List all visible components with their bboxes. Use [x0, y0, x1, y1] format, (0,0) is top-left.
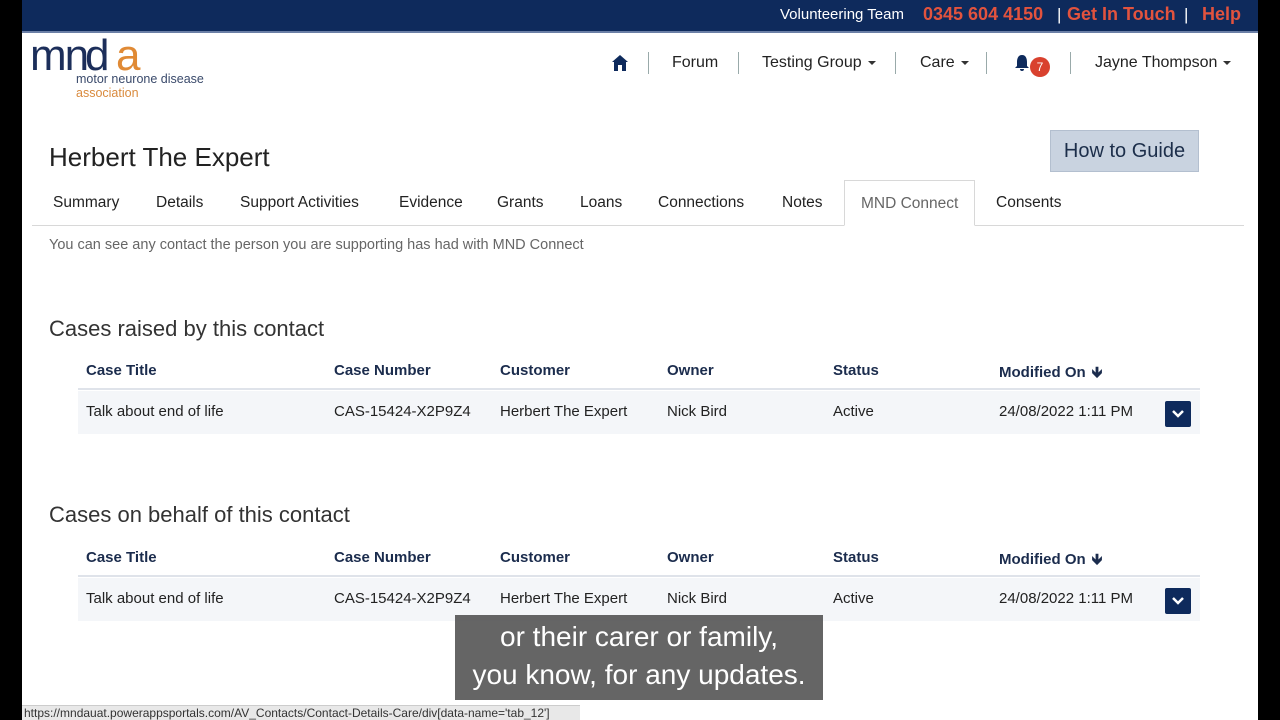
subtitle-line1: or their carer or family, [500, 621, 778, 652]
row-actions-button[interactable] [1165, 588, 1191, 614]
cell-customer: Herbert The Expert [500, 590, 628, 607]
tab-loans[interactable]: Loans [580, 180, 622, 225]
cell-status: Active [833, 590, 874, 607]
tab-evidence[interactable]: Evidence [399, 180, 463, 225]
tab-consents[interactable]: Consents [996, 180, 1061, 225]
notification-badge[interactable]: 7 [1030, 57, 1050, 77]
chevron-down-icon [1223, 60, 1232, 65]
table-row[interactable]: Talk about end of life CAS-15424-X2P9Z4 … [78, 391, 1200, 434]
col-status[interactable]: Status [833, 549, 879, 566]
bell-icon[interactable] [1014, 54, 1030, 76]
nav-divider [648, 52, 649, 74]
chevron-down-icon [867, 60, 876, 65]
get-in-touch-link[interactable]: Get In Touch [1067, 4, 1176, 25]
page-title: Herbert The Expert [49, 142, 270, 172]
chevron-down-icon [1172, 597, 1184, 605]
cell-owner: Nick Bird [667, 590, 728, 607]
header-divider [78, 575, 1200, 577]
tab-summary[interactable]: Summary [53, 180, 119, 225]
nav-forum[interactable]: Forum [672, 54, 718, 76]
nav-divider [895, 52, 896, 74]
col-customer[interactable]: Customer [500, 549, 570, 566]
home-icon[interactable] [611, 54, 629, 76]
cell-modified-on: 24/08/2022 1:11 PM [999, 590, 1133, 607]
subtitle-line2: you know, for any updates. [472, 659, 806, 690]
cell-status: Active [833, 403, 874, 420]
tab-details[interactable]: Details [156, 180, 203, 225]
topbar-divider: | [1057, 5, 1062, 24]
col-owner[interactable]: Owner [667, 549, 714, 566]
tab-bar: Summary Details Support Activities Evide… [32, 180, 1244, 226]
nav-divider [986, 52, 987, 74]
col-owner[interactable]: Owner [667, 362, 714, 379]
col-case-title[interactable]: Case Title [86, 362, 157, 379]
topbar-divider: | [1184, 5, 1189, 24]
col-case-number[interactable]: Case Number [334, 362, 431, 379]
nav-testing-group[interactable]: Testing Group [762, 54, 876, 76]
cell-owner: Nick Bird [667, 403, 728, 420]
col-status[interactable]: Status [833, 362, 879, 379]
tab-grants[interactable]: Grants [497, 180, 544, 225]
logo-text-line1: motor neurone disease [76, 72, 204, 86]
col-modified-on-label: Modified On [999, 364, 1086, 381]
how-to-guide-button[interactable]: How to Guide [1050, 130, 1199, 172]
col-customer[interactable]: Customer [500, 362, 570, 379]
chevron-down-icon [960, 60, 969, 65]
user-menu[interactable]: Jayne Thompson [1095, 54, 1232, 76]
tab-notes[interactable]: Notes [782, 180, 823, 225]
nav-divider [738, 52, 739, 74]
nav-divider [1070, 52, 1071, 74]
intro-text: You can see any contact the person you a… [49, 237, 584, 253]
cell-case-number: CAS-15424-X2P9Z4 [334, 590, 471, 607]
col-modified-on-label: Modified On [999, 551, 1086, 568]
cell-case-title[interactable]: Talk about end of life [86, 590, 224, 607]
video-subtitle: or their carer or family, you know, for … [455, 615, 823, 700]
logo-text-line2: association [76, 86, 139, 100]
col-case-number[interactable]: Case Number [334, 549, 431, 566]
cell-case-number: CAS-15424-X2P9Z4 [334, 403, 471, 420]
nav-care-label: Care [920, 54, 955, 71]
sort-down-icon: 🡻 [1091, 551, 1103, 568]
browser-page: Volunteering Team 0345 604 4150 | Get In… [22, 0, 1258, 720]
col-modified-on[interactable]: Modified On 🡻 [999, 549, 1102, 574]
nav-care[interactable]: Care [920, 54, 969, 76]
tab-connections[interactable]: Connections [658, 180, 744, 225]
help-link[interactable]: Help [1202, 4, 1241, 25]
user-name: Jayne Thompson [1095, 54, 1218, 71]
section-title-behalf: Cases on behalf of this contact [49, 502, 350, 527]
tab-mnd-connect[interactable]: MND Connect [844, 180, 976, 226]
sort-down-icon: 🡻 [1091, 364, 1103, 381]
cell-modified-on: 24/08/2022 1:11 PM [999, 403, 1133, 420]
row-actions-button[interactable] [1165, 401, 1191, 427]
volunteering-team-link[interactable]: Volunteering Team [780, 6, 904, 23]
tab-support-activities[interactable]: Support Activities [240, 180, 359, 225]
cell-case-title[interactable]: Talk about end of life [86, 403, 224, 420]
cell-customer: Herbert The Expert [500, 403, 628, 420]
top-contact-bar: Volunteering Team 0345 604 4150 | Get In… [22, 0, 1258, 33]
chevron-down-icon [1172, 410, 1184, 418]
section-title-raised: Cases raised by this contact [49, 316, 325, 341]
header-divider [78, 388, 1200, 390]
browser-status-bar: https://mndauat.powerappsportals.com/AV_… [22, 705, 580, 720]
col-modified-on[interactable]: Modified On 🡻 [999, 362, 1102, 387]
col-case-title[interactable]: Case Title [86, 549, 157, 566]
phone-number[interactable]: 0345 604 4150 [923, 4, 1043, 25]
nav-testing-group-label: Testing Group [762, 54, 862, 71]
